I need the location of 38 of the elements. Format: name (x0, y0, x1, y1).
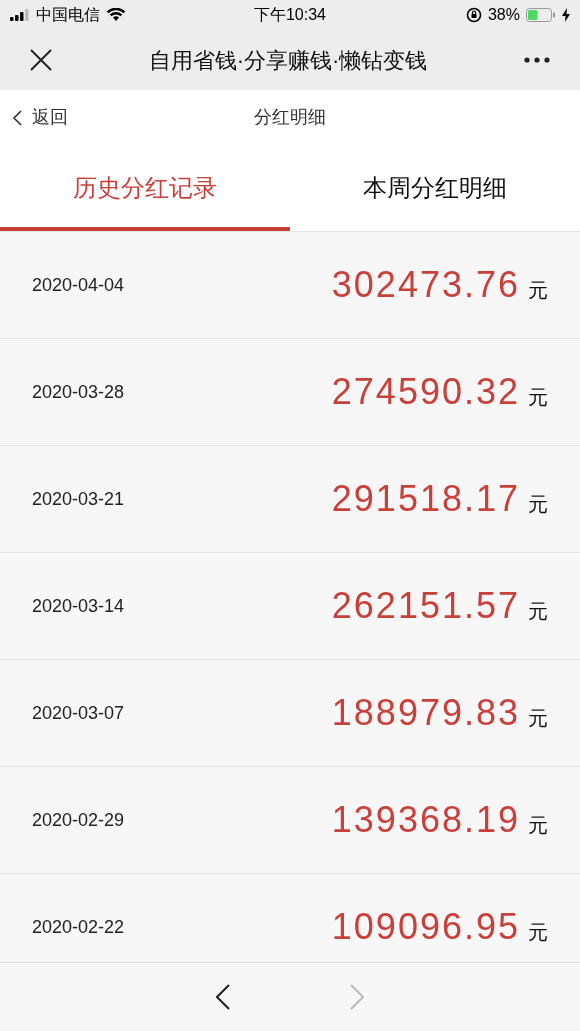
amount-text: 291518.17 (331, 477, 520, 521)
tab[interactable]: 历史分红记录 (0, 145, 290, 231)
date-text: 2020-03-14 (32, 594, 125, 618)
page-title: 分红明细 (254, 106, 326, 129)
unit-text: 元 (528, 599, 548, 624)
amount-text: 109096.95 (331, 905, 520, 949)
unit-text: 元 (528, 813, 548, 838)
date-text: 2020-03-07 (32, 701, 125, 725)
wifi-icon (106, 8, 126, 22)
amount-text: 262151.57 (331, 584, 520, 628)
tab[interactable]: 本周分红明细 (290, 145, 580, 231)
signal-icon (10, 9, 30, 21)
rotation-lock-icon (465, 7, 482, 23)
unit-text: 元 (528, 278, 548, 303)
more-icon[interactable] (524, 57, 550, 63)
unit-text: 元 (528, 706, 548, 731)
unit-text: 元 (528, 385, 548, 410)
charging-icon (562, 8, 570, 22)
close-icon[interactable] (30, 49, 52, 71)
amount-text: 274590.32 (331, 370, 520, 414)
unit-text: 元 (528, 492, 548, 517)
chevron-left-icon (12, 109, 22, 126)
date-text: 2020-02-22 (32, 915, 125, 939)
battery-icon (526, 8, 556, 22)
window-title: 自用省钱·分享赚钱·懒钻变钱 (148, 47, 428, 73)
battery-percent: 38% (487, 5, 520, 25)
unit-text: 元 (528, 920, 548, 945)
amount-text: 302473.76 (331, 263, 520, 307)
back-link[interactable]: 返回 (0, 104, 68, 131)
date-text: 2020-03-21 (32, 487, 125, 511)
date-text: 2020-04-04 (32, 273, 125, 297)
date-text: 2020-02-29 (32, 808, 125, 832)
date-text: 2020-03-28 (32, 380, 125, 404)
amount-text: 188979.83 (331, 691, 520, 735)
carrier-name: 中国电信 (36, 5, 100, 25)
clock-time: 下午10:34 (253, 6, 326, 23)
amount-text: 139368.19 (331, 798, 520, 842)
chevron-left-icon[interactable] (216, 984, 230, 1010)
